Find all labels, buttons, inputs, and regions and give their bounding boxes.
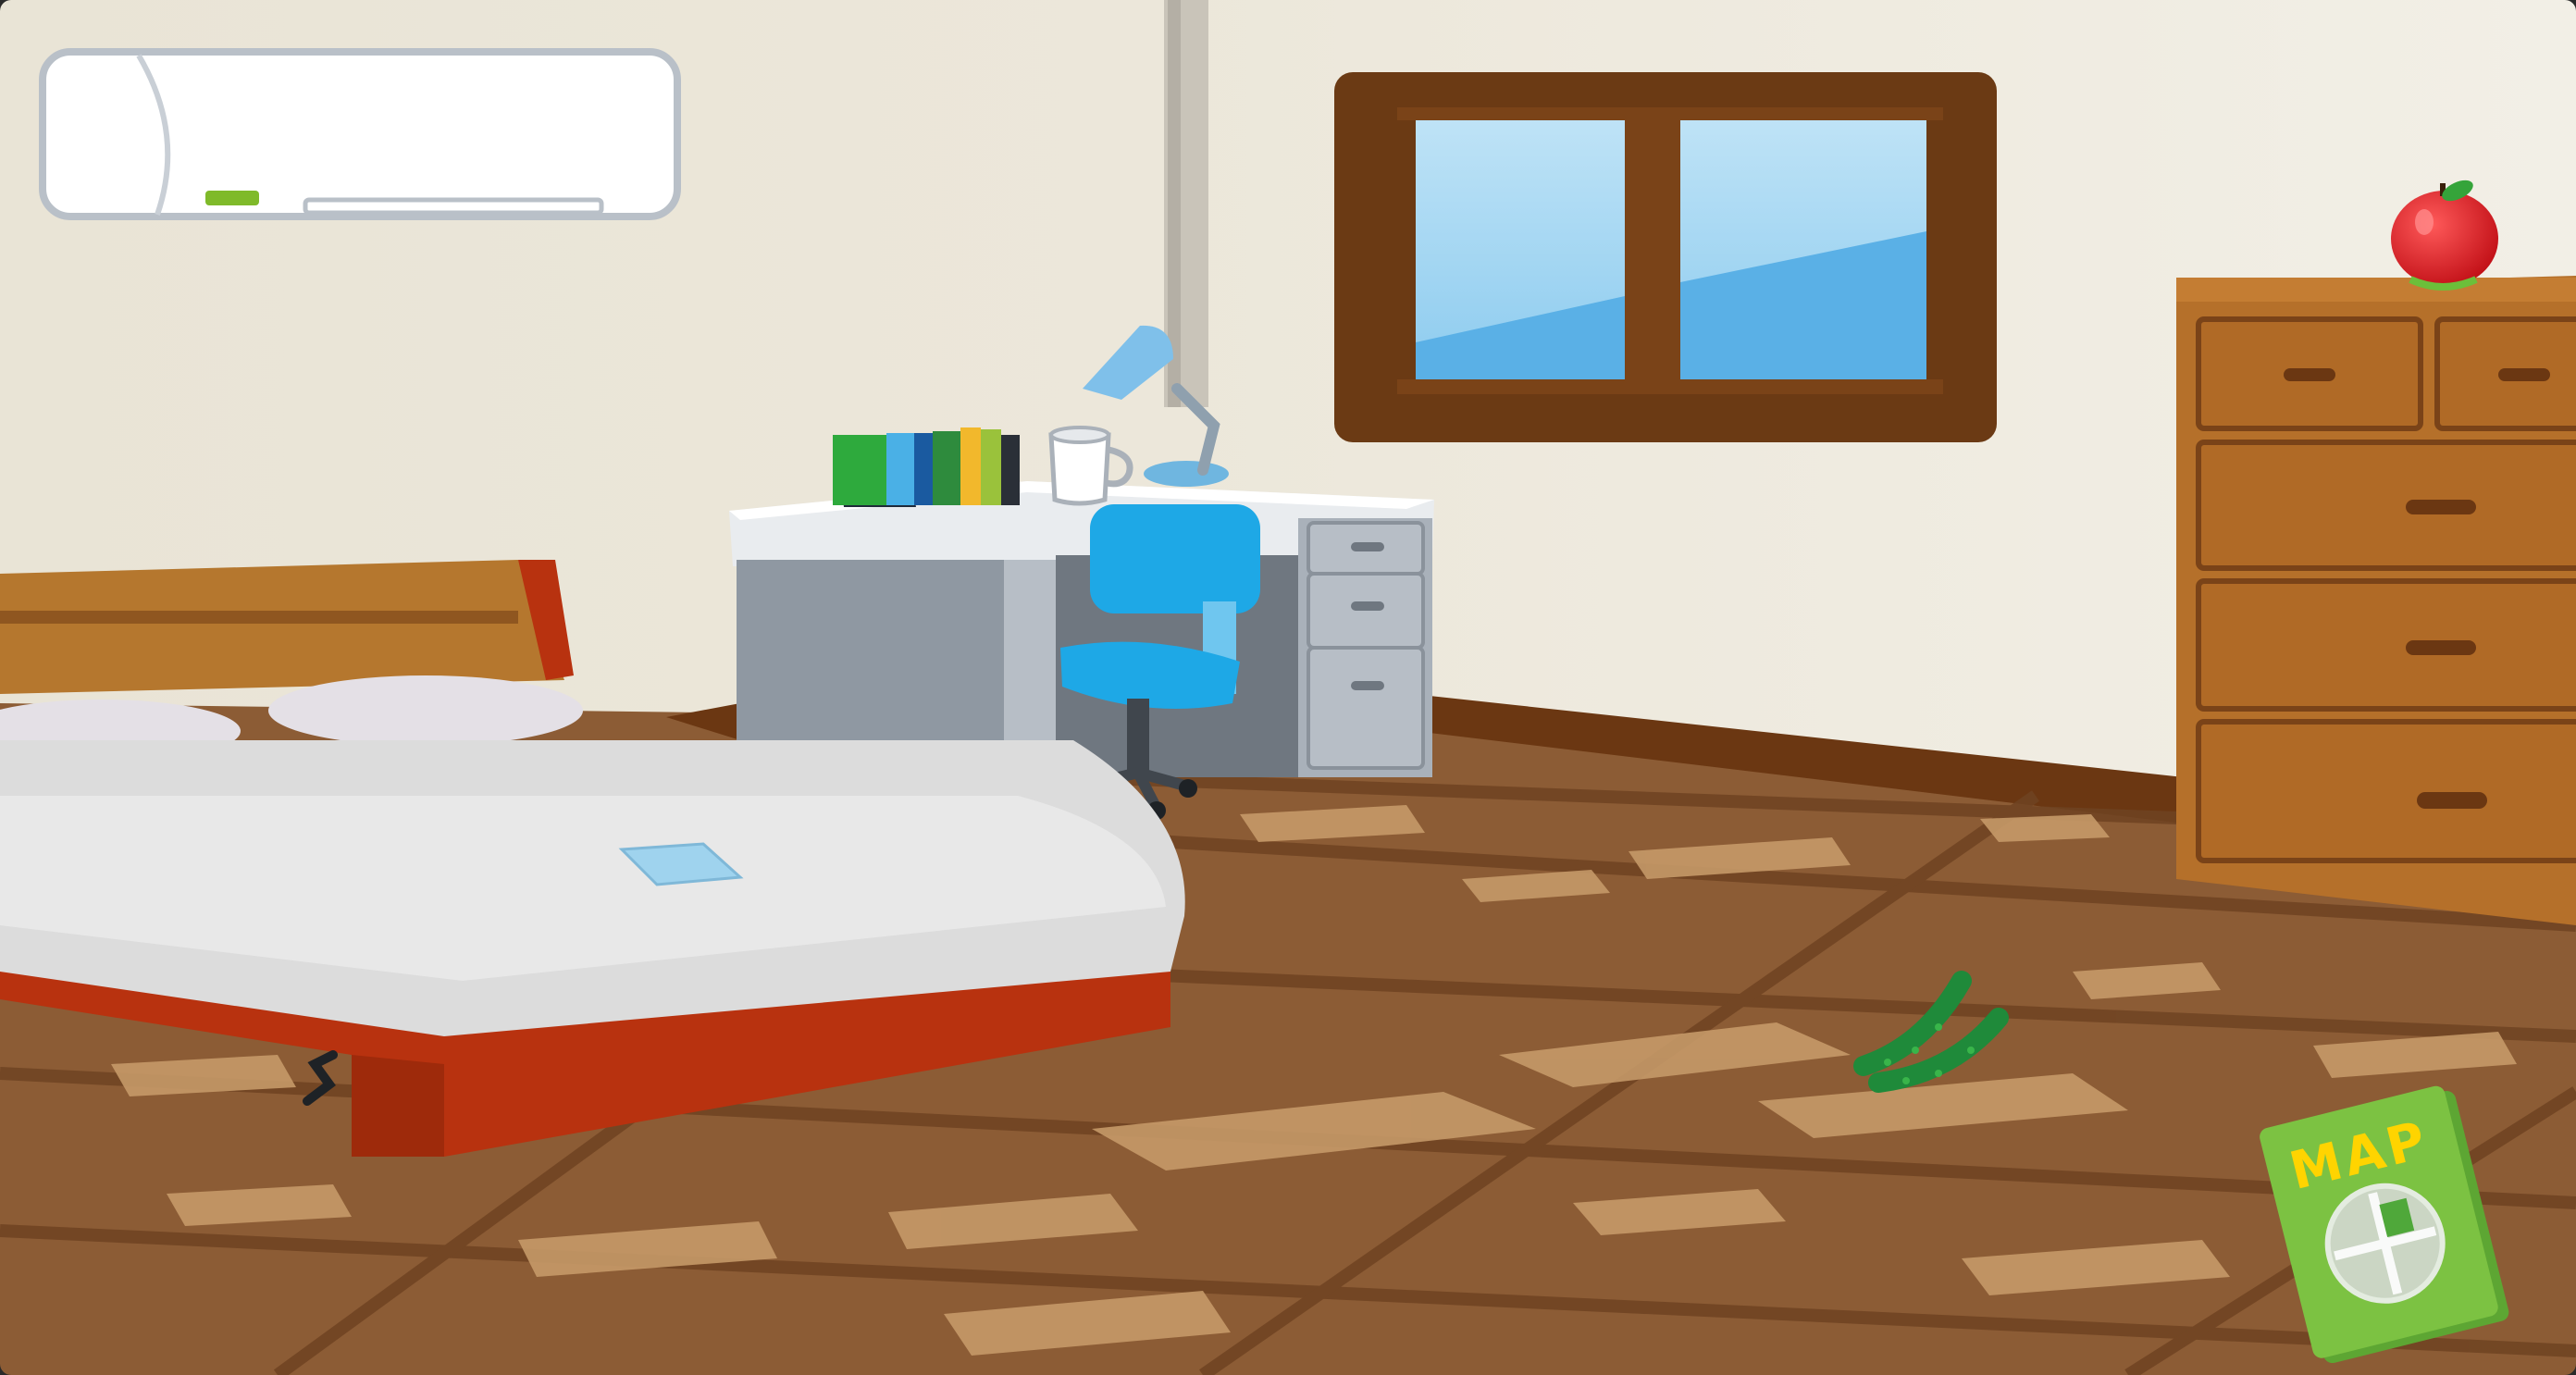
air-conditioner[interactable] xyxy=(39,48,681,220)
books[interactable] xyxy=(833,427,1020,507)
dresser-drawer-2[interactable] xyxy=(2196,440,2576,571)
dresser-drawer-4[interactable] xyxy=(2196,719,2576,863)
window[interactable] xyxy=(1334,72,1997,442)
game-scene: MAP xyxy=(0,0,2576,1375)
dresser-drawer-3[interactable] xyxy=(2196,578,2576,712)
desk-drawer-3[interactable] xyxy=(1307,646,1425,770)
ac-indicator-light xyxy=(205,191,259,205)
dresser[interactable] xyxy=(2176,276,2576,925)
